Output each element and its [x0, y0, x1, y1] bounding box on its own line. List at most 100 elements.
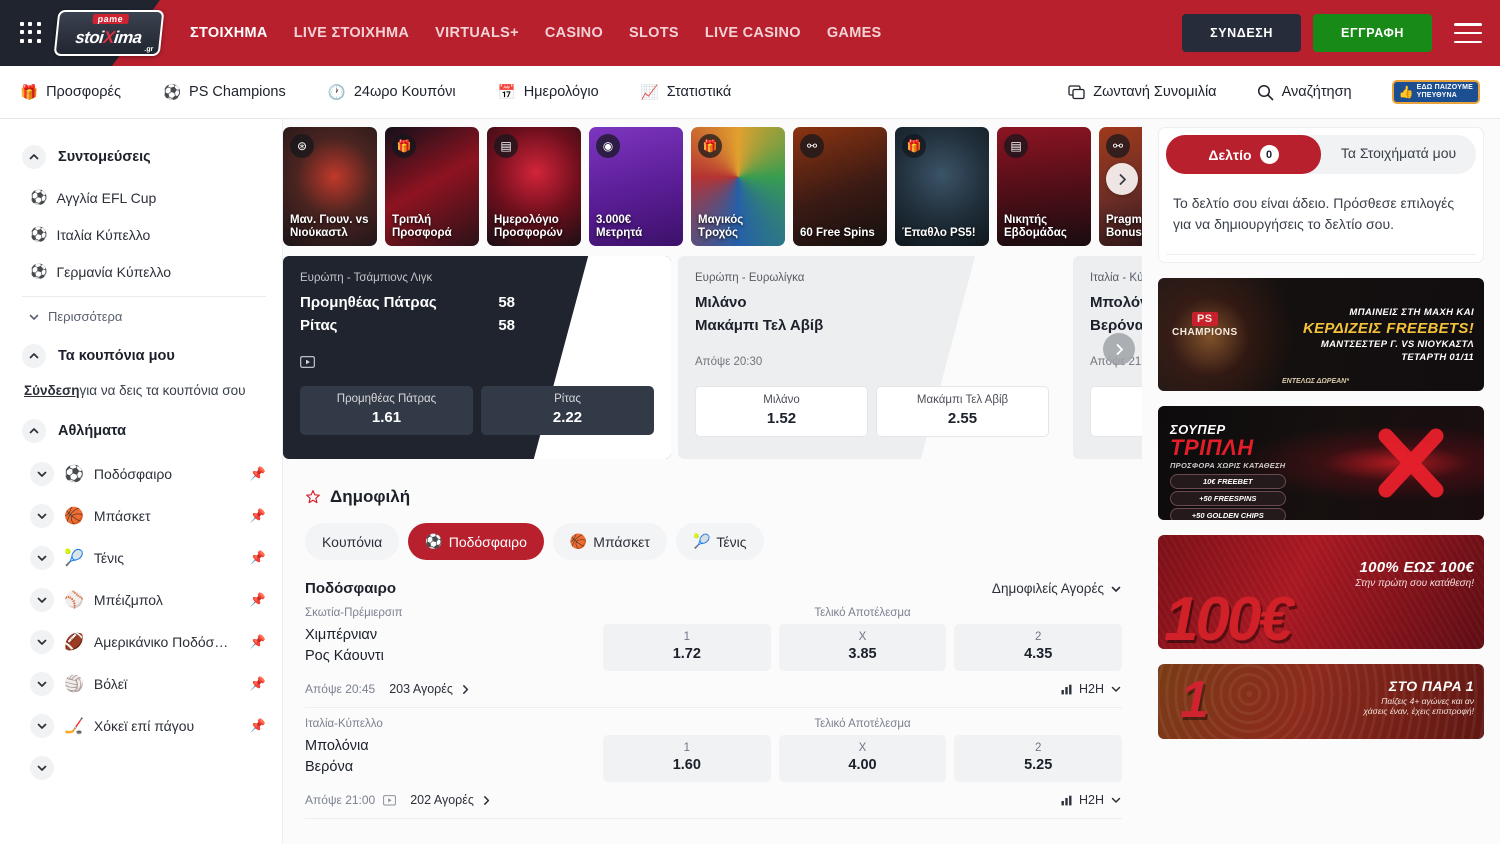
site-logo[interactable]: pame stoiXima .gr — [54, 10, 165, 56]
nav-item-live-casino[interactable]: LIVE CASINO — [705, 25, 801, 41]
chevron-up-icon[interactable] — [22, 419, 46, 443]
shortcuts-more-button[interactable]: Περισσότερα — [22, 301, 266, 332]
nav-item-casino[interactable]: CASINO — [545, 25, 603, 41]
chevron-down-icon[interactable] — [30, 546, 54, 570]
tv-stream-icon[interactable] — [300, 356, 654, 368]
hamburger-menu-icon[interactable] — [1454, 23, 1482, 43]
odd-button[interactable]: Ρίτας 2.22 — [481, 386, 654, 435]
promo-tile[interactable]: ▤ Ημερολόγιο Προσφορών — [487, 127, 581, 246]
promo-tile[interactable]: 🎁 Έπαθλο PS5! — [895, 127, 989, 246]
sidebar-shortcut-germany-cup[interactable]: ⚽ Γερμανία Κύπελλο — [22, 253, 266, 290]
chip-football[interactable]: ⚽ Ποδόσφαιρο — [408, 523, 544, 560]
subnav-item-calendar[interactable]: 📅 Ημερολόγιο — [498, 84, 599, 101]
sidebar-sport-next-partial[interactable] — [22, 747, 266, 789]
promo-tile[interactable]: ⊛ Μαν. Γιουν. vs Νιούκαστλ — [283, 127, 377, 246]
outcome-button-1[interactable]: 1 1.72 — [603, 624, 771, 671]
chevron-down-icon[interactable] — [30, 630, 54, 654]
basketball-icon: 🏀 — [570, 533, 587, 550]
pin-icon[interactable]: 📌 — [250, 634, 266, 650]
my-coupons-section-header[interactable]: Τα κουπόνια μου — [22, 344, 266, 368]
pin-icon[interactable]: 📌 — [250, 508, 266, 524]
pin-icon[interactable]: 📌 — [250, 676, 266, 692]
match-teams[interactable]: Ιταλία-Κύπελλο Μπολόνια Βερόνα — [305, 718, 603, 778]
promo-tile[interactable]: ▤ Νικητής Εβδομάδας — [997, 127, 1091, 246]
outcome-button-x[interactable]: X 4.00 — [779, 735, 947, 782]
subnav-right-group: Ζωντανή Συνομιλία Αναζήτηση 👍 ΕΔΩ ΠΑΙΖΟΥ… — [1068, 80, 1480, 104]
apps-grid-icon[interactable] — [20, 22, 42, 44]
match-h2h-toggle[interactable]: H2H — [1061, 682, 1122, 696]
sidebar-sport-baseball[interactable]: ⚾ Μπέιζμπολ 📌 — [22, 579, 266, 621]
live-chat-button[interactable]: Ζωντανή Συνομιλία — [1068, 84, 1216, 100]
coupons-login-link[interactable]: Σύνδεση — [24, 383, 80, 398]
sports-section-header[interactable]: Αθλήματα — [22, 419, 266, 443]
nav-item-live-stoixima[interactable]: LIVE ΣΤΟΙΧΗΜΑ — [294, 25, 409, 41]
sidebar-sport-football[interactable]: ⚽ Ποδόσφαιρο 📌 — [22, 453, 266, 495]
nav-item-slots[interactable]: SLOTS — [629, 25, 679, 41]
responsible-gaming-badge[interactable]: 👍 ΕΔΩ ΠΑΙΖΟΥΜΕ ΥΠΕΥΘΥΝΑ — [1392, 80, 1480, 104]
outcome-button-2[interactable]: 2 4.35 — [954, 624, 1122, 671]
register-button[interactable]: ΕΓΓΡΑΦΗ — [1313, 14, 1432, 52]
sidebar-sport-tennis[interactable]: 🎾 Τένις 📌 — [22, 537, 266, 579]
outcome-button-2[interactable]: 2 5.25 — [954, 735, 1122, 782]
chevron-down-icon[interactable] — [30, 504, 54, 528]
subnav-item-statistics[interactable]: 📈 Στατιστικά — [641, 84, 732, 101]
subnav-item-offers[interactable]: 🎁 Προσφορές — [20, 84, 121, 101]
sidebar-shortcut-efl-cup[interactable]: ⚽ Αγγλία EFL Cup — [22, 179, 266, 216]
subnav-item-24h-coupon[interactable]: 🕐 24ωρο Κουπόνι — [328, 84, 456, 101]
match-markets-link[interactable]: 202 Αγορές — [410, 793, 492, 807]
promo-tile[interactable]: ⚯ 60 Free Spins — [793, 127, 887, 246]
outcome-button-x[interactable]: X 3.85 — [779, 624, 947, 671]
banner-line-3: χάσεις έναν, έχεις επιστροφή! — [1363, 706, 1474, 716]
tab-my-bets[interactable]: Τα Στοιχήματά μου — [1321, 135, 1476, 174]
pin-icon[interactable]: 📌 — [250, 718, 266, 734]
chevron-down-icon[interactable] — [30, 714, 54, 738]
shortcuts-section-header[interactable]: Συντομεύσεις — [22, 145, 266, 169]
nav-item-virtuals[interactable]: VIRTUALS+ — [435, 25, 519, 41]
odd-button[interactable]: Μιλάνο 1.52 — [695, 386, 868, 437]
tv-stream-icon[interactable] — [383, 795, 396, 806]
odd-button[interactable]: Προμηθέας Πάτρας 1.61 — [300, 386, 473, 435]
chevron-down-icon[interactable] — [30, 756, 54, 780]
chevron-down-icon[interactable] — [30, 672, 54, 696]
banner-line-4: ΤΕΤΑΡΤΗ 01/11 — [1303, 352, 1474, 363]
sto-para-1-banner[interactable]: 1 ΣΤΟ ΠΑΡΑ 1 Παίζεις 4+ αγώνες και αν χά… — [1158, 664, 1484, 739]
promo-tile[interactable]: ◉ 3.000€ Μετρητά — [589, 127, 683, 246]
chevron-up-icon[interactable] — [22, 145, 46, 169]
nav-item-games[interactable]: GAMES — [827, 25, 882, 41]
sidebar-sport-ice-hockey[interactable]: 🏒 Χόκεϊ επί πάγου 📌 — [22, 705, 266, 747]
match-h2h-toggle[interactable]: H2H — [1061, 793, 1122, 807]
subnav-item-ps-champions[interactable]: ⚽ PS Champions — [163, 84, 286, 101]
promo-carousel-next-button[interactable] — [1106, 163, 1138, 195]
popular-markets-selector[interactable]: Δημοφιλείς Αγορές — [992, 581, 1122, 596]
chevron-up-icon[interactable] — [22, 344, 46, 368]
pin-icon[interactable]: 📌 — [250, 550, 266, 566]
odd-button[interactable]: Μακάμπι Τελ Αβίβ 2.55 — [876, 386, 1049, 437]
live-match-card[interactable]: Ευρώπη - Τσάμπιονς Λιγκ Προμηθέας Πάτρας… — [283, 256, 671, 459]
nav-item-stoixima[interactable]: ΣΤΟΙΧΗΜΑ — [190, 25, 268, 41]
odd-button[interactable]: 1 1.6 — [1090, 386, 1142, 437]
outcome-button-1[interactable]: 1 1.60 — [603, 735, 771, 782]
chip-tennis[interactable]: 🎾 Τένις — [676, 523, 764, 560]
promo-tile[interactable]: Μαγικός Τροχός 🎁 — [691, 127, 785, 246]
promo-tile[interactable]: 🎁 Τριπλή Προσφορά — [385, 127, 479, 246]
tab-betslip[interactable]: Δελτίο 0 — [1166, 135, 1321, 174]
chip-basketball[interactable]: 🏀 Μπάσκετ — [553, 523, 667, 560]
live-match-card[interactable]: Ευρώπη - Ευρωλίγκα Μιλάνο Μακάμπι Τελ Αβ… — [678, 256, 1066, 459]
deposit-bonus-banner[interactable]: 100€ 100% ΕΩΣ 100€ Στην πρώτη σου κατάθε… — [1158, 535, 1484, 649]
live-carousel-next-button[interactable] — [1103, 333, 1135, 365]
sidebar-shortcut-italy-cup[interactable]: ⚽ Ιταλία Κύπελλο — [22, 216, 266, 253]
chip-coupons[interactable]: Κουπόνια — [305, 523, 399, 560]
pin-icon[interactable]: 📌 — [250, 466, 266, 482]
sidebar-sport-volleyball[interactable]: 🏐 Βόλεϊ 📌 — [22, 663, 266, 705]
login-button[interactable]: ΣΥΝΔΕΣΗ — [1182, 14, 1301, 52]
ps-champions-banner[interactable]: PS CHAMPIONS ΜΠΑΙΝΕΙΣ ΣΤΗ ΜΑΧΗ ΚΑΙ ΚΕΡΔΙ… — [1158, 278, 1484, 391]
super-tripli-banner[interactable]: ΣΟΥΠΕΡ ΤΡΙΠΛΗ ΠΡΟΣΦΟΡΑ ΧΩΡΙΣ ΚΑΤΑΘΕΣΗ 10… — [1158, 406, 1484, 520]
sidebar-sport-basketball[interactable]: 🏀 Μπάσκετ 📌 — [22, 495, 266, 537]
pin-icon[interactable]: 📌 — [250, 592, 266, 608]
search-button[interactable]: Αναζήτηση — [1257, 84, 1352, 101]
chevron-down-icon[interactable] — [30, 588, 54, 612]
match-markets-link[interactable]: 203 Αγορές — [389, 682, 471, 696]
sidebar-sport-american-football[interactable]: 🏈 Αμερικάνικο Ποδόσ… 📌 — [22, 621, 266, 663]
chevron-down-icon[interactable] — [30, 462, 54, 486]
match-teams[interactable]: Σκωτία-Πρέμιερσιπ Χιμπέρνιαν Ρος Κάουντι — [305, 607, 603, 667]
